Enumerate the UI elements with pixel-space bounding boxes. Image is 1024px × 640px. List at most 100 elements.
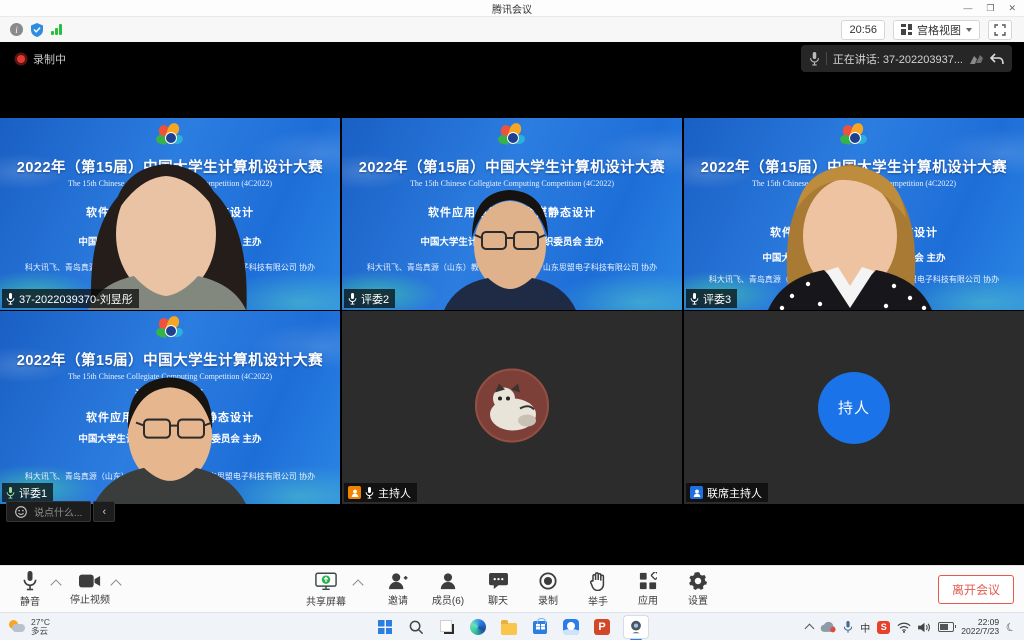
file-explorer-button[interactable] (499, 617, 519, 637)
window-controls: — ❐ ✕ (963, 0, 1020, 16)
chat-bubble-icon (489, 572, 508, 590)
toolbar-label: 应用 (638, 592, 658, 607)
info-icon[interactable]: i (10, 23, 23, 36)
recording-dot-icon (17, 55, 25, 63)
recording-indicator: 录制中 (17, 51, 66, 67)
taskbar-clock[interactable]: 22:09 2022/7/23 (961, 618, 999, 637)
initials-avatar: 持人 (818, 372, 890, 444)
chat-placeholder: 说点什么... (34, 504, 82, 519)
video-options-chevron-icon[interactable] (110, 579, 121, 590)
tencent-meeting-app-button[interactable] (561, 617, 581, 637)
mic-on-icon (690, 293, 699, 305)
cloud-sync-icon[interactable] (820, 621, 836, 633)
video-tile-judge3[interactable]: 2022年（第15届）中国大学生计算机设计大赛 The 15th Chinese… (684, 118, 1024, 310)
participant-nametag: 联席主持人 (686, 483, 768, 502)
settings-button[interactable]: 设置 (676, 568, 720, 612)
minimize-button[interactable]: — (963, 0, 972, 16)
tray-microphone-icon[interactable] (843, 621, 853, 634)
invite-person-icon (388, 572, 408, 590)
leave-meeting-button[interactable]: 离开会议 (938, 575, 1014, 604)
microsoft-store-button[interactable] (530, 617, 550, 637)
close-button[interactable]: ✕ (1008, 0, 1016, 16)
participant-name: 联席主持人 (707, 485, 762, 501)
fullscreen-button[interactable] (988, 20, 1012, 40)
participant-video (0, 118, 340, 310)
raise-hand-icon (590, 572, 606, 591)
toolbar-label: 聊天 (488, 592, 508, 607)
chevron-left-icon: ‹ (103, 506, 107, 518)
toolbar-label: 停止视频 (70, 591, 110, 606)
video-tile-judge1[interactable]: 2022年（第15届）中国大学生计算机设计大赛 The 15th Chinese… (0, 311, 340, 504)
video-tile-cohost[interactable]: 持人 联席主持人 (684, 311, 1024, 504)
members-button[interactable]: 成员(6) (426, 568, 470, 612)
share-options-chevron-icon[interactable] (352, 579, 363, 590)
windows-taskbar: 27°C 多云 P (0, 612, 1024, 640)
video-tile-judge2[interactable]: 2022年（第15届）中国大学生计算机设计大赛 The 15th Chinese… (342, 118, 682, 310)
record-button[interactable]: 录制 (526, 568, 570, 612)
toolbar-label: 邀请 (388, 592, 408, 607)
edge-browser-button[interactable] (468, 617, 488, 637)
windows-logo-icon (378, 620, 392, 634)
grid-view-icon (901, 24, 912, 35)
speaker-name-label: 正在讲话: 37-202203937... (833, 51, 963, 67)
mic-options-chevron-icon[interactable] (50, 579, 61, 590)
speaker-icon[interactable] (918, 622, 931, 633)
video-tile-host[interactable]: 主持人 (342, 311, 682, 504)
participant-name: 37-2022039370-刘昱彤 (19, 291, 133, 307)
weather-condition: 多云 (31, 627, 50, 637)
tray-app-s-icon[interactable]: S (877, 621, 890, 634)
reply-arrow-icon[interactable] (990, 53, 1004, 65)
raise-hand-button[interactable]: 举手 (576, 568, 620, 612)
security-shield-icon[interactable] (31, 23, 43, 37)
night-mode-moon-icon[interactable]: ☾ (1004, 619, 1018, 635)
active-meeting-window-button[interactable] (623, 615, 649, 639)
members-icon (439, 572, 457, 590)
webcam-icon (628, 620, 644, 634)
share-screen-button[interactable]: 共享屏幕 (304, 568, 348, 612)
participant-name: 评委2 (361, 291, 389, 307)
edge-browser-icon (470, 619, 486, 635)
chat-input[interactable]: 说点什么... (6, 501, 91, 522)
powerpoint-button[interactable]: P (592, 617, 612, 637)
network-signal-icon[interactable] (51, 24, 62, 35)
toolbar-label: 举手 (588, 593, 608, 608)
chevron-down-icon (966, 28, 972, 32)
toolbar-label: 静音 (20, 593, 40, 608)
maximize-button[interactable]: ❐ (986, 0, 994, 16)
taskbar-weather-widget[interactable]: 27°C 多云 (0, 618, 50, 637)
microphone-icon (809, 52, 820, 66)
invite-button[interactable]: 邀请 (376, 568, 420, 612)
screen-share-icon (315, 572, 337, 591)
record-icon (539, 572, 557, 590)
stop-video-button[interactable]: 停止视频 (68, 568, 112, 612)
wifi-icon[interactable] (897, 622, 911, 633)
video-tile-liuyutong[interactable]: 2022年（第15届）中国大学生计算机设计大赛 The 15th Chinese… (0, 118, 340, 310)
participant-nametag: 主持人 (344, 483, 417, 502)
start-button[interactable] (375, 617, 395, 637)
reaction-hands-icon[interactable] (969, 52, 984, 65)
task-view-button[interactable] (437, 617, 457, 637)
window-title: 腾讯会议 (492, 1, 532, 16)
task-view-icon (440, 620, 454, 634)
camera-icon (79, 573, 101, 589)
fullscreen-icon (994, 24, 1006, 36)
chat-button[interactable]: 聊天 (476, 568, 520, 612)
chat-collapse-button[interactable]: ‹ (93, 501, 115, 522)
emoji-smiley-icon[interactable] (15, 506, 27, 518)
tray-chevron-up-icon[interactable] (805, 624, 815, 634)
recording-label: 录制中 (33, 51, 66, 67)
microphone-icon (22, 571, 38, 591)
participant-nametag: 评委3 (686, 289, 737, 308)
meeting-duration: 20:56 (841, 20, 885, 40)
folder-icon (501, 623, 517, 635)
toolbar-label: 共享屏幕 (306, 593, 346, 608)
host-badge-icon (348, 486, 361, 499)
apps-button[interactable]: 应用 (626, 568, 670, 612)
ime-language-indicator[interactable]: 中 (860, 620, 870, 635)
view-mode-button[interactable]: 宫格视图 (893, 20, 980, 40)
meeting-toolbar: 静音 停止视频 共享屏幕 (0, 565, 1024, 613)
mute-button[interactable]: 静音 (8, 568, 52, 612)
search-button[interactable] (406, 617, 426, 637)
battery-icon[interactable] (938, 622, 954, 632)
participant-name: 主持人 (378, 485, 411, 501)
